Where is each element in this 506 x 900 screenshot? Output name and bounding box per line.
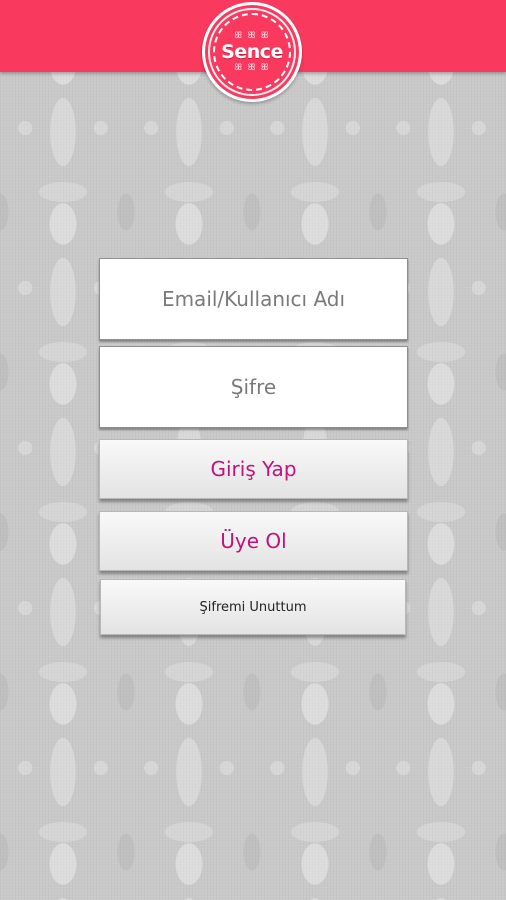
register-button[interactable]: Üye Ol xyxy=(99,511,408,571)
logo-doodle-icon: ꕥ ꕥ ꕥ xyxy=(234,31,270,41)
login-button-label: Giriş Yap xyxy=(210,457,297,481)
password-field[interactable] xyxy=(100,347,407,427)
email-field-box xyxy=(99,258,408,340)
login-button[interactable]: Giriş Yap xyxy=(99,439,408,499)
register-button-label: Üye Ol xyxy=(220,529,287,553)
password-field-box xyxy=(99,346,408,428)
logo-badge: ꕥ ꕥ ꕥ Sence ꕥ ꕥ ꕥ xyxy=(213,13,291,91)
sence-logo: ꕥ ꕥ ꕥ Sence ꕥ ꕥ ꕥ xyxy=(202,2,302,102)
forgot-password-label: Şifremi Unuttum xyxy=(199,599,307,615)
forgot-password-button[interactable]: Şifremi Unuttum xyxy=(100,579,406,635)
logo-text: Sence xyxy=(221,41,283,63)
email-field[interactable] xyxy=(100,259,407,339)
logo-doodle-icon: ꕥ ꕥ ꕥ xyxy=(234,63,270,73)
